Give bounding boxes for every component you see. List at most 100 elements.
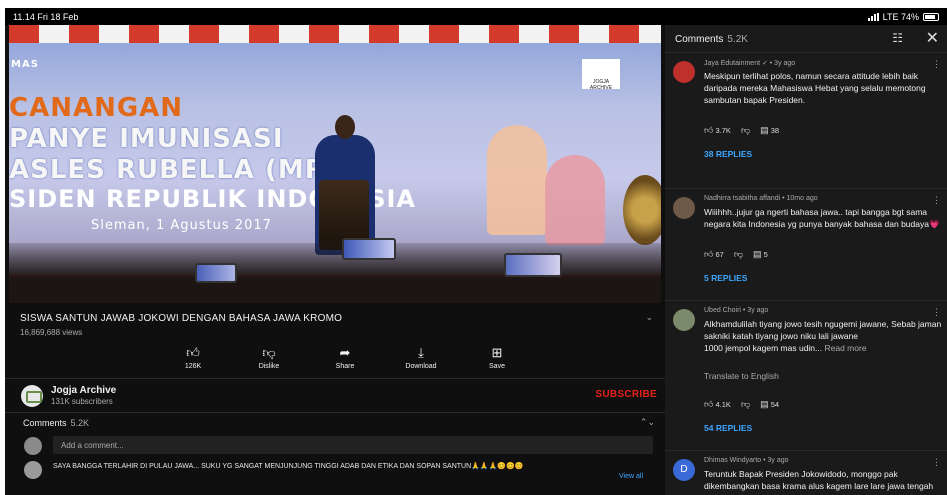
like-count: 126K <box>184 363 202 370</box>
battery-icon <box>923 13 939 21</box>
channel-avatar[interactable] <box>21 385 43 407</box>
comments-panel: Comments 5.2K ☷ ✕ Jaya Edutainment ✓ • 3y… <box>665 25 947 495</box>
thumbs-down-icon[interactable]: 👎︎ <box>741 399 750 410</box>
network-status: LTE 74% <box>882 12 919 22</box>
comment-reply-button[interactable]: ▤ 38 <box>760 125 779 136</box>
thumbs-down-icon[interactable]: 👎︎ <box>734 249 743 260</box>
close-icon[interactable]: ✕ <box>926 28 939 48</box>
comment-text: Alkhamdulilah tiyang jowo tesih ngugemi … <box>704 318 942 354</box>
divider <box>5 378 665 379</box>
video-phone <box>195 263 237 283</box>
video-gong <box>623 175 661 245</box>
avatar <box>24 437 42 455</box>
video-text-mas: MAS <box>11 59 39 70</box>
comment-meta: Jaya Edutainment ✓ • 3y ago <box>704 60 796 67</box>
video-text-line3: ASLES RUBELLA (MR <box>9 155 326 185</box>
download-label: Download <box>405 363 437 370</box>
comment-text: Wiiihhh..jujur ga ngerti bahasa jawa.. t… <box>704 207 940 229</box>
more-options-icon[interactable]: ⋮ <box>932 457 941 468</box>
thumbs-down-icon: 👎︎ <box>262 345 276 360</box>
video-phone <box>504 253 562 277</box>
comment-reply-count: 5 <box>763 250 768 259</box>
video-crowd <box>9 243 661 303</box>
subscribe-button[interactable]: SUBSCRIBE <box>595 389 657 400</box>
comments-panel-header: Comments 5.2K ☷ ✕ <box>665 25 947 53</box>
thumbs-up-icon: 👍︎ <box>186 345 200 360</box>
panel-comment-count: 5.2K <box>727 34 748 45</box>
like-button[interactable]: 👍︎ 126K <box>155 345 231 370</box>
video-title[interactable]: SISWA SANTUN JAWAB JOKOWI DENGAN BAHASA … <box>20 313 342 324</box>
more-options-icon[interactable]: ⋮ <box>932 307 941 318</box>
read-more-link[interactable]: Read more <box>825 343 867 353</box>
video-cartoon-figure <box>487 125 547 235</box>
video-text-line2: PANYE IMUNISASI <box>9 124 284 154</box>
divider <box>665 300 947 301</box>
share-icon: ➦ <box>339 345 351 360</box>
signal-icon <box>867 13 879 21</box>
reply-icon: ▤ <box>752 249 762 259</box>
comment-reply-count: 54 <box>770 400 780 409</box>
comment-like-button[interactable]: 👍︎ 3.7K <box>704 125 731 136</box>
avatar[interactable] <box>673 61 695 83</box>
save-label: Save <box>489 363 505 370</box>
video-channel-logo: JOGJA ARCHIVE <box>582 59 620 91</box>
filter-icon[interactable]: ☷ <box>892 31 903 45</box>
app-frame: 11.14 Fri 18 Feb LTE 74% MAS CANANGAN PA… <box>5 8 947 495</box>
avatar[interactable] <box>673 197 695 219</box>
save-button[interactable]: ⊞ Save <box>459 345 535 370</box>
share-label: Share <box>335 363 355 370</box>
chevron-down-icon[interactable]: ⌄ <box>645 312 653 323</box>
comment-like-count: 3.7K <box>715 126 731 135</box>
comment-like-count: 4.1K <box>715 400 731 409</box>
comment-reply-button[interactable]: ▤ 5 <box>753 249 768 260</box>
panel-title: Comments 5.2K <box>675 34 748 45</box>
channel-name[interactable]: Jogja Archive <box>51 385 116 396</box>
video-cartoon-figure <box>545 155 605 245</box>
status-time: 11.14 Fri 18 Feb <box>13 12 79 22</box>
comments-label: Comments <box>23 418 67 428</box>
reply-icon: ▤ <box>760 399 769 409</box>
replies-button[interactable]: 5 REPLIES <box>704 273 747 283</box>
comment-actions: 👍︎ 4.1K 👎︎ ▤ 54 <box>704 399 779 410</box>
divider <box>665 450 947 451</box>
comment-like-button[interactable]: 👍︎ 4.1K <box>704 399 731 410</box>
subscriber-count: 131K subscribers <box>51 397 113 406</box>
replies-button[interactable]: 38 REPLIES <box>704 149 752 159</box>
replies-button[interactable]: 54 REPLIES <box>704 423 752 433</box>
more-options-icon[interactable]: ⋮ <box>932 59 941 70</box>
divider <box>665 188 947 189</box>
comment-like-count: 67 <box>715 250 724 259</box>
comment-actions: 👍︎ 3.7K 👎︎ ▤ 38 <box>704 125 779 136</box>
speaker-head <box>335 115 355 139</box>
comment-actions: 👍︎ 67 👎︎ ▤ 5 <box>704 249 768 260</box>
add-comment-input[interactable]: Add a comment... <box>53 436 653 454</box>
comments-header[interactable]: Comments 5.2K <box>23 418 89 428</box>
divider <box>5 412 665 413</box>
avatar[interactable]: D <box>673 459 695 481</box>
thumbs-up-icon: 👍︎ <box>704 399 714 409</box>
video-banner-strip <box>9 25 661 43</box>
comment-meta: Dhimas Windyarto • 3y ago <box>704 457 789 464</box>
comment-meta: Ubed Choiri • 3y ago <box>704 307 769 314</box>
save-icon: ⊞ <box>491 345 503 360</box>
download-button[interactable]: ⤓ Download <box>383 345 459 370</box>
view-all-link[interactable]: View all <box>619 473 643 480</box>
share-button[interactable]: ➦ Share <box>307 345 383 370</box>
video-player[interactable]: MAS CANANGAN PANYE IMUNISASI ASLES RUBEL… <box>9 25 661 303</box>
dislike-label: Dislike <box>258 363 280 370</box>
comment-like-button[interactable]: 👍︎ 67 <box>704 249 724 260</box>
dislike-button[interactable]: 👎︎ Dislike <box>231 345 307 370</box>
comment-reply-button[interactable]: ▤ 54 <box>760 399 779 410</box>
expand-icon[interactable]: ⌃⌄ <box>640 417 655 428</box>
video-text-date: Sleman, 1 Agustus 2017 <box>91 218 272 233</box>
video-phone <box>342 238 396 260</box>
avatar[interactable] <box>673 309 695 331</box>
more-options-icon[interactable]: ⋮ <box>932 195 941 206</box>
panel-title-label: Comments <box>675 34 724 45</box>
translate-link[interactable]: Translate to English <box>704 371 779 381</box>
video-info: SISWA SANTUN JAWAB JOKOWI DENGAN BAHASA … <box>5 303 665 495</box>
avatar[interactable] <box>24 461 42 479</box>
thumbs-down-icon[interactable]: 👎︎ <box>741 125 750 136</box>
thumbs-up-icon: 👍︎ <box>704 125 714 135</box>
download-icon: ⤓ <box>418 345 424 360</box>
